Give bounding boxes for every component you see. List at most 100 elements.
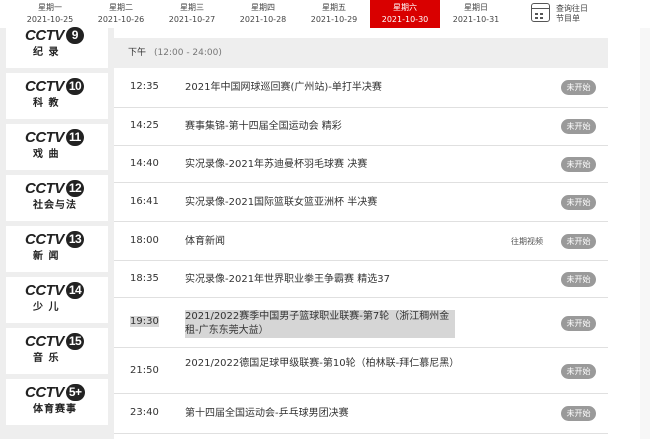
date-label: 2021-10-31 — [452, 15, 500, 24]
program-row[interactable]: 21:50 2021/2022德国足球甲级联赛-第10轮（柏林联-拜仁慕尼黑） … — [114, 348, 608, 394]
program-row[interactable]: 16:41 实况录像-2021国际篮联女篮亚洲杯 半决赛 未开始 — [114, 183, 608, 222]
status-badge: 未开始 — [561, 80, 596, 95]
logo-text: CCTV — [25, 231, 64, 248]
channel-sidebar: CCTV 9 纪 录 CCTV 10 科 教 CCTV 11 戏 曲 CCTV 12 社… — [0, 22, 114, 439]
logo-text: CCTV — [25, 282, 64, 299]
program-row[interactable]: 19:30 2021/2022赛季中国男子篮球职业联赛-第7轮（浙江稠州金租-广… — [114, 298, 608, 348]
program-row[interactable]: 12:35 2021年中国网球巡回赛(广州站)-单打半决赛 未开始 — [114, 68, 608, 108]
date-tab-3[interactable]: 星期三 2021-10-27 — [157, 0, 227, 28]
program-title[interactable]: 体育新闻 — [185, 235, 455, 249]
past-schedule-line1: 查询往日 — [556, 4, 588, 13]
date-tab-5[interactable]: 星期五 2021-10-29 — [299, 0, 369, 28]
program-title[interactable]: 实况录像-2021国际篮联女篮亚洲杯 半决赛 — [185, 196, 455, 210]
channel-cctv12[interactable]: CCTV 12 社会与法 — [6, 175, 108, 221]
program-title[interactable]: 第十四届全国运动会-乒乓球男团决赛 — [185, 407, 455, 421]
channel-cctv13[interactable]: CCTV 13 新 闻 — [6, 226, 108, 272]
program-time: 18:00 — [130, 235, 159, 246]
cctv13-logo-icon: CCTV 13 新 闻 — [25, 231, 95, 267]
program-row[interactable]: 18:00 体育新闻 往期视频 未开始 — [114, 222, 608, 261]
past-schedule-line2: 节目单 — [556, 14, 580, 23]
channel-name: 社会与法 — [33, 200, 77, 211]
channel-cctv9[interactable]: CCTV 9 纪 录 — [6, 22, 108, 68]
program-time: 23:40 — [130, 407, 159, 418]
past-videos-link[interactable]: 往期视频 — [511, 236, 543, 247]
channel-name: 纪 录 — [33, 47, 60, 58]
channel-number: 9 — [65, 27, 84, 44]
channel-name: 新 闻 — [33, 251, 60, 262]
program-time: 16:41 — [130, 196, 159, 207]
logo-text: CCTV — [25, 129, 64, 146]
program-time: 21:50 — [130, 365, 159, 376]
weekday-label: 星期四 — [251, 3, 275, 12]
program-row[interactable]: 23:40 第十四届全国运动会-乒乓球男团决赛 未开始 — [114, 394, 608, 434]
channel-cctv11[interactable]: CCTV 11 戏 曲 — [6, 124, 108, 170]
past-schedule-link[interactable]: 查询往日 节目单 — [556, 4, 588, 24]
date-label: 2021-10-29 — [310, 15, 358, 24]
channel-cctv10[interactable]: CCTV 10 科 教 — [6, 73, 108, 119]
logo-text: CCTV — [25, 27, 64, 44]
channel-number: 10 — [65, 78, 85, 95]
date-label: 2021-10-30 — [381, 15, 429, 24]
period-label: 下午 — [128, 48, 147, 58]
program-row[interactable]: 14:40 实况录像-2021年苏迪曼杯羽毛球赛 决赛 未开始 — [114, 146, 608, 183]
date-tab-7[interactable]: 星期日 2021-10-31 — [441, 0, 511, 28]
status-badge: 未开始 — [561, 316, 596, 331]
program-title[interactable]: 2021/2022赛季中国男子篮球职业联赛-第7轮（浙江稠州金租-广东东莞大益） — [185, 310, 455, 338]
channel-number: 14 — [65, 282, 85, 299]
date-tab-4[interactable]: 星期四 2021-10-28 — [228, 0, 298, 28]
date-label: 2021-10-27 — [168, 15, 216, 24]
logo-text: CCTV — [25, 333, 64, 350]
channel-cctv15[interactable]: CCTV 15 音 乐 — [6, 328, 108, 374]
logo-text: CCTV — [25, 78, 64, 95]
program-row[interactable]: 14:25 赛事集锦-第十四届全国运动会 精彩 未开始 — [114, 108, 608, 146]
scrollbar[interactable] — [640, 28, 650, 439]
weekday-label: 星期三 — [180, 3, 204, 12]
channel-name: 科 教 — [33, 98, 60, 109]
channel-number: 13 — [65, 231, 85, 248]
channel-number: 12 — [65, 180, 85, 197]
program-title[interactable]: 赛事集锦-第十四届全国运动会 精彩 — [185, 120, 455, 134]
program-list: 下午 (12:00 - 24:00) 12:35 2021年中国网球巡回赛(广州站… — [114, 28, 608, 439]
date-label: 2021-10-28 — [239, 15, 287, 24]
status-badge: 未开始 — [561, 119, 596, 134]
weekday-label: 星期五 — [322, 3, 346, 12]
channel-name: 少 儿 — [33, 302, 60, 313]
period-range: (12:00 - 24:00) — [154, 48, 222, 58]
program-title[interactable]: 2021年中国网球巡回赛(广州站)-单打半决赛 — [185, 81, 455, 95]
logo-text: CCTV — [25, 180, 64, 197]
status-badge: 未开始 — [561, 272, 596, 287]
channel-number: 5+ — [65, 384, 85, 401]
cctv11-logo-icon: CCTV 11 戏 曲 — [25, 129, 95, 165]
program-time: 19:30 — [130, 316, 159, 327]
afternoon-section-header: 下午 (12:00 - 24:00) — [114, 38, 608, 68]
program-time: 14:40 — [130, 158, 159, 169]
cctv5plus-logo-icon: CCTV 5+ 体育赛事 — [25, 384, 95, 420]
channel-cctv5plus[interactable]: CCTV 5+ 体育赛事 — [6, 379, 108, 425]
date-tab-6-active[interactable]: 星期六 2021-10-30 — [370, 0, 440, 28]
program-row[interactable]: 18:35 实况录像-2021年世界职业拳王争霸赛 精选37 未开始 — [114, 261, 608, 298]
cctv15-logo-icon: CCTV 15 音 乐 — [25, 333, 95, 369]
calendar-icon[interactable] — [531, 3, 550, 22]
channel-name: 音 乐 — [33, 353, 60, 364]
weekday-label: 星期六 — [393, 3, 417, 12]
channel-cctv14[interactable]: CCTV 14 少 儿 — [6, 277, 108, 323]
logo-text: CCTV — [25, 384, 64, 401]
program-title[interactable]: 2021/2022德国足球甲级联赛-第10轮（柏林联-拜仁慕尼黑） — [185, 357, 459, 371]
channel-name: 戏 曲 — [33, 149, 60, 160]
program-title[interactable]: 实况录像-2021年苏迪曼杯羽毛球赛 决赛 — [185, 158, 455, 172]
program-title[interactable]: 实况录像-2021年世界职业拳王争霸赛 精选37 — [185, 273, 455, 287]
channel-number: 15 — [65, 333, 85, 350]
cctv10-logo-icon: CCTV 10 科 教 — [25, 78, 95, 114]
cctv14-logo-icon: CCTV 14 少 儿 — [25, 282, 95, 318]
status-badge: 未开始 — [561, 157, 596, 172]
status-badge: 未开始 — [561, 234, 596, 249]
status-badge: 未开始 — [561, 195, 596, 210]
channel-name: 体育赛事 — [33, 404, 77, 415]
cctv12-logo-icon: CCTV 12 社会与法 — [25, 180, 95, 216]
status-badge: 未开始 — [561, 364, 596, 379]
weekday-label: 星期日 — [464, 3, 488, 12]
program-time: 12:35 — [130, 81, 159, 92]
status-badge: 未开始 — [561, 406, 596, 421]
weekday-label: 星期一 — [38, 3, 62, 12]
weekday-label: 星期二 — [109, 3, 133, 12]
